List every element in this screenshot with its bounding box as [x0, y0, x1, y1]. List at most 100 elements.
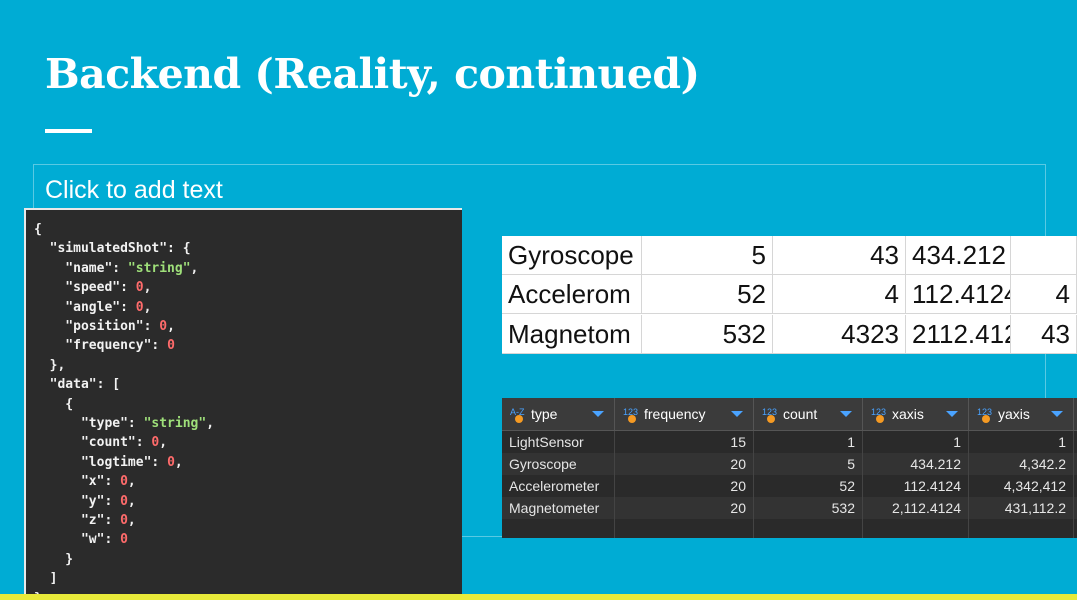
code-number: 0 [135, 299, 144, 315]
code-token: { [34, 222, 42, 237]
table-cell[interactable]: 4,342.2 [969, 453, 1074, 475]
column-header-xaxis[interactable]: 123 xaxis [863, 398, 969, 430]
code-token: }, [34, 357, 66, 373]
table-row[interactable]: LightSensor 15 1 1 1 [502, 431, 1077, 453]
column-header-frequency[interactable]: 123 frequency [615, 398, 754, 430]
table-cell[interactable]: 434.212 [863, 453, 969, 475]
code-string: "string" [127, 260, 191, 276]
code-token: , [159, 435, 168, 451]
sheet-cell: 43 [1011, 314, 1077, 354]
code-line: "position": 0, [34, 317, 175, 336]
code-line: "speed": 0, [34, 278, 151, 297]
table-cell[interactable]: 52 [754, 475, 863, 497]
spreadsheet-excerpt: Gyroscope 5 43 434.212 Accelerom 52 4 112.4124 4… [502, 236, 1077, 354]
code-token: , [206, 416, 215, 431]
column-header-label: frequency [644, 406, 706, 422]
table-cell [615, 519, 754, 538]
table-cell[interactable]: 532 [754, 497, 863, 519]
sheet-cell: 43 [773, 236, 906, 275]
column-header-label: xaxis [892, 406, 924, 422]
code-token: "logtime": [34, 454, 168, 470]
table-row[interactable]: Accelerometer 20 52 112.4124 4,342,412 [502, 475, 1077, 497]
code-number: 0 [135, 280, 144, 296]
code-token: "data": [ [34, 377, 121, 393]
sheet-cell: 4323 [773, 314, 906, 354]
code-line: "simulatedShot": { [34, 239, 191, 258]
table-cell[interactable]: 1 [863, 431, 969, 453]
code-line: "count": 0, [34, 433, 167, 452]
table-cell[interactable]: 15 [615, 431, 754, 453]
sort-dropdown-icon[interactable] [840, 411, 852, 417]
sheet-cell: Accelerom [502, 275, 642, 315]
sheet-cell: Gyroscope [502, 236, 642, 275]
code-token: , [143, 280, 152, 296]
column-header-count[interactable]: 123 count [754, 398, 863, 430]
code-number: 0 [120, 474, 128, 490]
table-row[interactable]: Magnetometer 20 532 2,112.4124 431,112.2 [502, 497, 1077, 519]
code-number: 0 [120, 493, 128, 509]
code-token: "name": [34, 260, 128, 276]
table-cell[interactable]: LightSensor [502, 431, 615, 453]
table-cell[interactable]: 20 [615, 475, 754, 497]
code-line: "data": [ [34, 375, 120, 394]
code-token: , [127, 474, 136, 490]
sort-dropdown-icon[interactable] [946, 411, 958, 417]
sheet-cell: 4 [1011, 275, 1077, 315]
code-line: "angle": 0, [34, 298, 151, 317]
sheet-cell: 434.212 [906, 236, 1011, 275]
table-cell[interactable]: Accelerometer [502, 475, 615, 497]
code-token: "y": [34, 493, 121, 509]
code-token: ] [34, 571, 58, 587]
column-header-label: count [783, 406, 818, 422]
table-cell[interactable]: Magnetometer [502, 497, 615, 519]
column-header-type[interactable]: A-Z type [502, 398, 615, 430]
sort-dropdown-icon[interactable] [1051, 411, 1063, 417]
json-code-panel: { "simulatedShot": { "name": "string", "… [24, 208, 462, 600]
code-line: ] [34, 569, 58, 588]
sort-dropdown-icon[interactable] [592, 411, 604, 417]
key-dot-icon [628, 415, 636, 423]
table-cell[interactable]: 4,342,412 [969, 475, 1074, 497]
code-number: 0 [167, 454, 175, 470]
code-token: "w": [34, 532, 121, 548]
column-header-label: yaxis [998, 406, 1030, 422]
table-cell [502, 519, 615, 538]
table-cell[interactable]: Gyroscope [502, 453, 615, 475]
table-cell[interactable]: 5 [754, 453, 863, 475]
sheet-cell: 532 [642, 314, 773, 354]
table-cell[interactable]: 112.4124 [863, 475, 969, 497]
placeholder-text[interactable]: Click to add text [45, 176, 223, 205]
table-cell[interactable]: 431,112.2 [969, 497, 1074, 519]
database-grid[interactable]: A-Z type 123 frequency 123 count 123 xaxis 123 ya… [502, 398, 1077, 538]
sheet-cell: 2112.412 [906, 314, 1011, 354]
code-number: 0 [120, 532, 128, 548]
code-token: "position": [34, 319, 160, 334]
code-token: "simulatedShot": { [34, 241, 191, 257]
column-header-yaxis[interactable]: 123 yaxis [969, 398, 1074, 430]
code-token: , [127, 493, 136, 509]
table-cell[interactable]: 1 [754, 431, 863, 453]
table-cell[interactable]: 2,112.4124 [863, 497, 969, 519]
sort-dropdown-icon[interactable] [731, 411, 743, 417]
code-string: "string" [143, 416, 207, 431]
title-underline [45, 129, 92, 133]
code-line: }, [34, 356, 66, 375]
table-row[interactable]: Gyroscope 20 5 434.212 4,342.2 [502, 453, 1077, 475]
code-line: "z": 0, [34, 511, 136, 530]
sheet-cell: 5 [642, 236, 773, 275]
grid-header: A-Z type 123 frequency 123 count 123 xaxis 123 ya… [502, 398, 1077, 431]
code-token: "frequency": [34, 338, 168, 354]
code-line: "logtime": 0, [34, 453, 183, 472]
code-token: , [167, 319, 175, 334]
sheet-cell: 4 [773, 275, 906, 315]
table-cell[interactable]: 1 [969, 431, 1074, 453]
column-header-label: type [531, 406, 558, 422]
code-line: "frequency": 0 [34, 336, 175, 355]
table-cell[interactable]: 20 [615, 497, 754, 519]
code-token: { [34, 396, 74, 412]
code-token: "speed": [34, 280, 136, 296]
code-line: "type": "string", [34, 414, 214, 433]
table-cell[interactable]: 20 [615, 453, 754, 475]
key-dot-icon [876, 415, 884, 423]
code-number: 0 [120, 513, 128, 528]
